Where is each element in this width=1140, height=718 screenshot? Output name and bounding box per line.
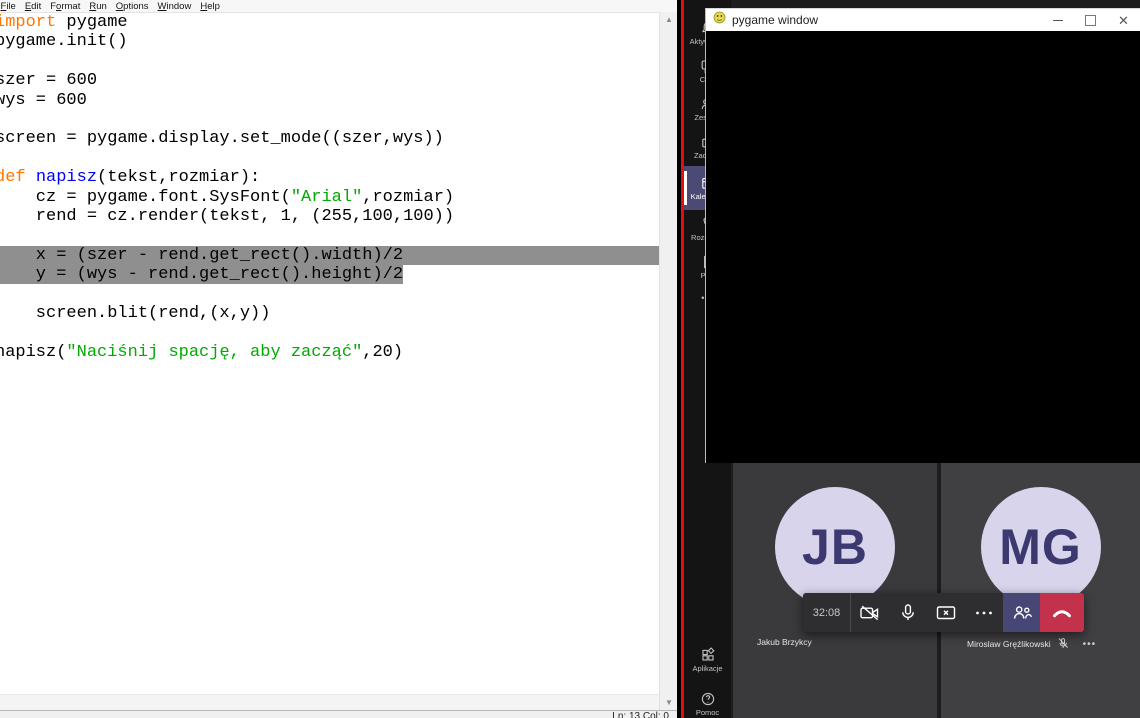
more-options-button[interactable]: [965, 593, 1003, 632]
code-line[interactable]: screen.blit(rend,(x,y)): [0, 304, 659, 323]
scroll-down-arrow-icon[interactable]: ▼: [660, 695, 678, 710]
code-line[interactable]: [0, 52, 659, 71]
code-line[interactable]: [0, 323, 659, 342]
more-options-icon: [973, 602, 995, 624]
pygame-title-bar[interactable]: pygame window ✕: [706, 9, 1140, 31]
avatar-initials: MG: [999, 518, 1082, 576]
call-timer: 32:08: [803, 593, 851, 632]
muted-mic-icon: [1057, 637, 1069, 651]
avatar: JB: [775, 487, 895, 607]
code-line[interactable]: [0, 149, 659, 168]
code-line[interactable]: x = (szer - rend.get_rect().width)/2: [0, 246, 659, 265]
microphone-icon: [897, 602, 919, 624]
menu-file[interactable]: File: [0, 1, 20, 12]
screen: FileEditFormatRunOptionsWindowHelp impor…: [0, 0, 1140, 718]
status-bar: Ln: 13 Col: 0: [0, 710, 677, 718]
apps-icon: [700, 647, 716, 663]
avatar: MG: [981, 487, 1101, 607]
menu-run[interactable]: Run: [85, 1, 111, 12]
code-line[interactable]: [0, 284, 659, 303]
participant-more-options-icon[interactable]: •••: [1083, 639, 1097, 650]
vertical-scrollbar[interactable]: ▲ ▼: [659, 12, 678, 710]
pygame-icon: [713, 11, 726, 29]
close-icon: ✕: [1118, 14, 1129, 27]
microphone-button[interactable]: [889, 593, 927, 632]
code-line[interactable]: pygame.init(): [0, 32, 659, 51]
show-participants-icon: [1011, 602, 1033, 624]
code-line[interactable]: szer = 600: [0, 71, 659, 90]
idle-editor-window: FileEditFormatRunOptionsWindowHelp impor…: [0, 0, 678, 718]
hang-up-button[interactable]: [1040, 593, 1084, 632]
stop-share-icon: [935, 602, 957, 624]
camera-off-icon: [859, 602, 881, 624]
camera-off-button[interactable]: [851, 593, 889, 632]
code-line[interactable]: [0, 110, 659, 129]
participant-name: Jakub Brzykcy: [757, 637, 812, 647]
close-button[interactable]: ✕: [1107, 9, 1140, 31]
menu-options[interactable]: Options: [111, 1, 153, 12]
code-area[interactable]: import pygamepygame.init() szer = 600wys …: [0, 13, 659, 362]
call-controls-bar: 32:08: [803, 593, 1084, 632]
code-line[interactable]: y = (wys - rend.get_rect().height)/2: [0, 265, 659, 284]
stop-share-button[interactable]: [927, 593, 965, 632]
code-line[interactable]: [0, 226, 659, 245]
maximize-button[interactable]: [1074, 9, 1107, 31]
sidebar-item-pomoc[interactable]: Pomoc: [684, 687, 731, 718]
code-line[interactable]: screen = pygame.display.set_mode((szer,w…: [0, 129, 659, 148]
participant-tile[interactable]: JB Jakub Brzykcy: [733, 463, 937, 718]
menu-window[interactable]: Window: [153, 1, 196, 12]
hang-up-icon: [1050, 602, 1074, 624]
pygame-window[interactable]: pygame window ✕: [705, 8, 1140, 463]
window-title: pygame window: [732, 13, 818, 27]
minimize-button[interactable]: [1041, 9, 1074, 31]
pygame-canvas: [706, 31, 1140, 463]
participant-name: Miroslaw Gręźlikowski: [967, 639, 1051, 649]
minimize-icon: [1053, 20, 1063, 21]
menu-help[interactable]: Help: [196, 1, 225, 12]
code-line[interactable]: import pygame: [0, 13, 659, 32]
sidebar-item-aplikacje[interactable]: Aplikacje: [684, 643, 731, 677]
participant-tile[interactable]: MG Miroslaw Gręźlikowski •••: [941, 463, 1140, 718]
menu-edit[interactable]: Edit: [20, 1, 45, 12]
code-line[interactable]: cz = pygame.font.SysFont("Arial",rozmiar…: [0, 188, 659, 207]
code-line[interactable]: rend = cz.render(tekst, 1, (255,100,100)…: [0, 207, 659, 226]
horizontal-scrollbar[interactable]: [0, 694, 659, 711]
code-line[interactable]: def napisz(tekst,rozmiar):: [0, 168, 659, 187]
code-line[interactable]: wys = 600: [0, 91, 659, 110]
help-icon: [700, 691, 716, 707]
code-line[interactable]: napisz("Naciśnij spację, aby zacząć",20): [0, 343, 659, 362]
show-participants-button[interactable]: [1003, 593, 1040, 632]
menu-format[interactable]: Format: [46, 1, 85, 12]
maximize-icon: [1085, 15, 1096, 26]
scroll-up-arrow-icon[interactable]: ▲: [660, 12, 678, 27]
screen-share-border: [681, 0, 684, 718]
cursor-position: Ln: 13 Col: 0: [612, 711, 669, 718]
avatar-initials: JB: [802, 518, 868, 576]
menu-bar: FileEditFormatRunOptionsWindowHelp: [0, 0, 678, 13]
